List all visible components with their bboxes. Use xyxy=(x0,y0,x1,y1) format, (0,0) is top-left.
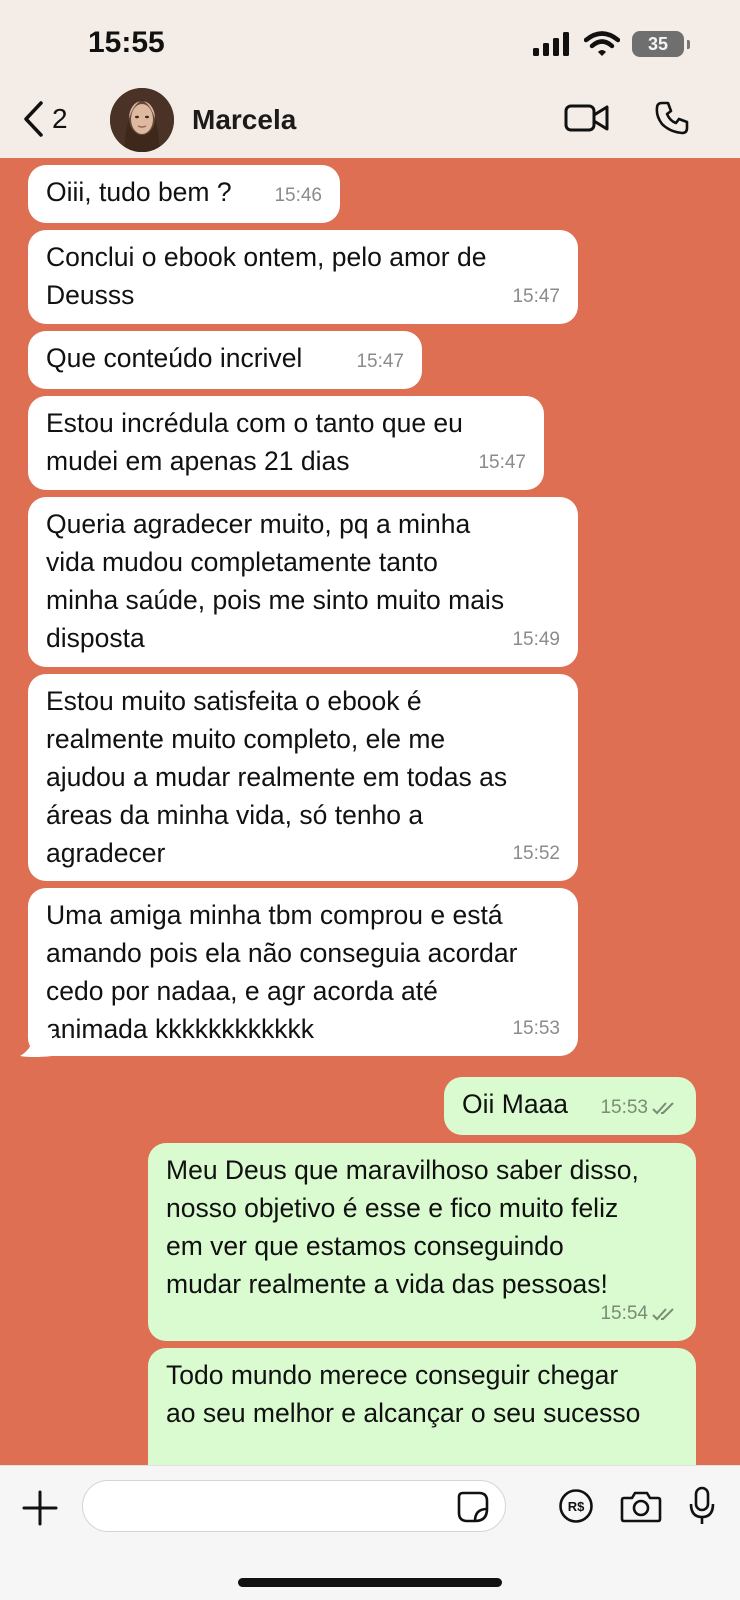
avatar-image xyxy=(110,88,174,152)
message-time: 15:53 xyxy=(600,1089,678,1127)
message-text: Estou muito satisfeita o ebook é realmen… xyxy=(46,686,508,868)
plus-icon[interactable] xyxy=(22,1490,58,1526)
status-icons: 35 xyxy=(532,28,690,60)
message-bubble-incoming[interactable]: Oiii, tudo bem ? 15:46 xyxy=(28,165,340,223)
message-text: Conclui o ebook ontem, pelo amor de Deus… xyxy=(46,242,487,310)
contact-name[interactable]: Marcela xyxy=(192,104,296,136)
message-bubble-incoming[interactable]: Queria agradecer muito, pq a minha vida … xyxy=(28,497,578,667)
message-text: Estou incrédula com o tanto que eu mudei… xyxy=(46,408,463,476)
composer-tools: R$ xyxy=(558,1486,716,1526)
message-text: Meu Deus que maravilhoso saber disso, no… xyxy=(166,1155,639,1299)
message-bubble-incoming[interactable]: Conclui o ebook ontem, pelo amor de Deus… xyxy=(28,230,578,324)
message-bubble-incoming[interactable]: Uma amiga minha tbm comprou e está amand… xyxy=(28,888,578,1056)
message-time: 15:53 xyxy=(512,1018,560,1039)
camera-icon[interactable] xyxy=(620,1489,662,1523)
chat-header: 2 Marcela xyxy=(0,86,740,158)
wifi-icon xyxy=(584,31,620,56)
message-text: Uma amiga minha tbm comprou e está amand… xyxy=(46,900,518,1044)
message-bubble-outgoing[interactable]: Meu Deus que maravilhoso saber disso, no… xyxy=(148,1143,696,1341)
microphone-icon[interactable] xyxy=(688,1486,716,1526)
payment-icon[interactable]: R$ xyxy=(558,1488,594,1524)
sticker-icon[interactable] xyxy=(457,1491,489,1523)
message-time: 15:49 xyxy=(512,629,560,650)
message-time: 15:54 xyxy=(600,1295,678,1333)
header-actions xyxy=(564,100,690,136)
avatar[interactable] xyxy=(110,88,174,152)
message-time: 15:47 xyxy=(512,286,560,307)
message-time: 15:47 xyxy=(356,351,404,372)
message-bubble-incoming[interactable]: Estou muito satisfeita o ebook é realmen… xyxy=(28,674,578,881)
video-call-icon[interactable] xyxy=(564,102,610,134)
phone-call-icon[interactable] xyxy=(654,100,690,136)
svg-text:R$: R$ xyxy=(568,1499,585,1514)
bubble-tail xyxy=(20,1028,52,1057)
message-text: Todo mundo merece conseguir chegar ao se… xyxy=(166,1360,641,1428)
message-bubble-incoming[interactable]: Que conteúdo incrivel 15:47 xyxy=(28,331,422,389)
chat-area[interactable]: Oiii, tudo bem ? 15:46 Conclui o ebook o… xyxy=(0,158,740,1465)
battery-icon: 35 xyxy=(632,31,690,57)
message-bubble-incoming[interactable]: Estou incrédula com o tanto que eu mudei… xyxy=(28,396,544,490)
status-bar: 15:55 35 xyxy=(0,0,740,86)
message-time: 15:47 xyxy=(478,452,526,473)
message-time: 15:52 xyxy=(512,843,560,864)
message-text: Que conteúdo incrivel xyxy=(46,343,303,373)
unread-count: 2 xyxy=(52,103,68,134)
back-button[interactable]: 2 xyxy=(22,100,68,138)
message-input[interactable] xyxy=(82,1480,506,1532)
chevron-left-icon xyxy=(24,101,43,137)
message-bubble-outgoing[interactable]: Todo mundo merece conseguir chegar ao se… xyxy=(148,1348,696,1465)
signal-icon xyxy=(533,32,569,56)
message-time: 15:46 xyxy=(274,185,322,206)
double-check-icon xyxy=(652,1102,674,1115)
status-time: 15:55 xyxy=(88,26,165,59)
message-bubble-outgoing[interactable]: Oii Maaa 15:53 xyxy=(444,1077,696,1135)
message-text: Queria agradecer muito, pq a minha vida … xyxy=(46,509,505,653)
double-check-icon xyxy=(652,1308,674,1321)
home-indicator[interactable] xyxy=(238,1578,502,1587)
